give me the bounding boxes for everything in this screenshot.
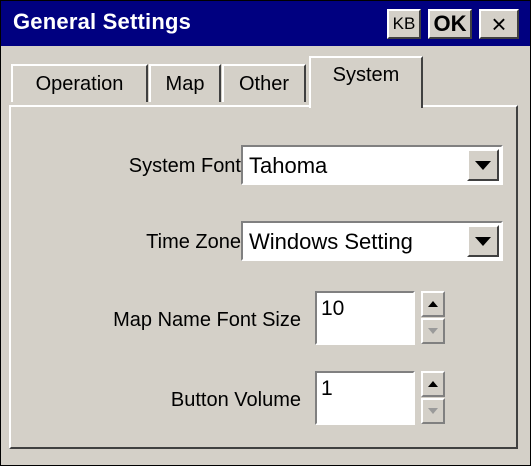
button-volume-label: Button Volume bbox=[170, 389, 301, 411]
time-zone-dropdown-button[interactable] bbox=[467, 225, 499, 257]
tab-strip: Operation Map Other System bbox=[1, 46, 530, 108]
window-title: General Settings bbox=[13, 9, 192, 34]
time-zone-value: Windows Setting bbox=[249, 229, 413, 254]
close-button[interactable]: × bbox=[479, 9, 519, 39]
button-volume-increase-button[interactable] bbox=[421, 371, 445, 397]
tab-label: Map bbox=[165, 72, 205, 95]
spin-down-icon bbox=[428, 328, 438, 334]
system-font-select[interactable]: Tahoma bbox=[241, 145, 503, 185]
time-zone-select[interactable]: Windows Setting bbox=[241, 221, 503, 261]
system-tab-panel: System Font Tahoma Time Zone Windows Set… bbox=[9, 105, 518, 449]
chevron-down-icon bbox=[475, 236, 491, 246]
tab-other[interactable]: Other bbox=[222, 64, 306, 102]
button-volume-decrease-button[interactable] bbox=[421, 398, 445, 424]
spin-up-icon bbox=[428, 301, 438, 307]
button-volume-spinner bbox=[421, 371, 445, 425]
map-name-font-size-spinner bbox=[421, 291, 445, 345]
title-bar: General Settings KB OK × bbox=[1, 1, 530, 46]
general-settings-window: General Settings KB OK × Operation Map O… bbox=[0, 0, 531, 466]
tab-system[interactable]: System bbox=[309, 56, 423, 108]
kb-button[interactable]: KB bbox=[387, 9, 421, 39]
map-name-font-size-label: Map Name Font Size bbox=[113, 309, 301, 331]
time-zone-label: Time Zone bbox=[146, 231, 241, 253]
tab-operation[interactable]: Operation bbox=[11, 64, 148, 102]
system-font-dropdown-button[interactable] bbox=[467, 149, 499, 181]
map-name-font-size-decrease-button[interactable] bbox=[421, 318, 445, 344]
ok-button[interactable]: OK bbox=[428, 9, 472, 39]
map-name-font-size-increase-button[interactable] bbox=[421, 291, 445, 317]
tab-label: Other bbox=[238, 72, 290, 95]
map-name-font-size-value: 10 bbox=[321, 297, 345, 320]
system-font-value: Tahoma bbox=[249, 153, 328, 178]
close-icon: × bbox=[491, 8, 507, 39]
tab-map[interactable]: Map bbox=[149, 64, 221, 102]
spin-up-icon bbox=[428, 381, 438, 387]
tab-label: System bbox=[332, 64, 400, 86]
button-volume-value: 1 bbox=[321, 377, 333, 400]
system-font-label: System Font bbox=[128, 155, 241, 177]
tab-label: Operation bbox=[35, 72, 124, 95]
spin-down-icon bbox=[428, 408, 438, 414]
map-name-font-size-input[interactable]: 10 bbox=[315, 291, 415, 345]
chevron-down-icon bbox=[475, 160, 491, 170]
button-volume-input[interactable]: 1 bbox=[315, 371, 415, 425]
